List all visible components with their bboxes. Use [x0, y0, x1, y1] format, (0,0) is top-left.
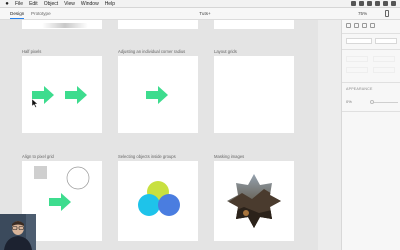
align-icon[interactable]	[354, 23, 359, 28]
size-field[interactable]	[346, 38, 372, 44]
status-icon[interactable]	[351, 1, 356, 6]
shadow-shape	[42, 23, 88, 28]
cyan-circle[interactable]	[138, 194, 160, 216]
divider	[342, 111, 400, 112]
divider	[342, 49, 400, 50]
appearance-section-label: APPEARANCE	[346, 87, 373, 91]
opacity-slider-knob[interactable]	[370, 100, 374, 104]
document-title: Tuts+	[199, 11, 211, 16]
divider	[342, 82, 400, 83]
property-inspector: APPEARANCE 0%	[341, 20, 400, 250]
artboard-title[interactable]: Masking images	[214, 154, 244, 159]
artboard-masking-images[interactable]	[214, 161, 294, 241]
menu-file[interactable]: File	[15, 1, 23, 7]
arrow-right-icon[interactable]	[49, 193, 71, 211]
apple-icon[interactable]: ●	[4, 1, 10, 7]
artboard-partial[interactable]	[118, 20, 198, 29]
menu-help[interactable]: Help	[105, 1, 115, 7]
status-icon[interactable]	[375, 1, 380, 6]
status-icon[interactable]	[367, 1, 372, 6]
menu-view[interactable]: View	[64, 1, 75, 7]
arrow-right-icon[interactable]	[32, 86, 54, 104]
tab-prototype[interactable]: Prototype	[31, 11, 51, 16]
align-icon[interactable]	[370, 23, 375, 28]
app-toolbar: Design Prototype Tuts+ 75%	[0, 8, 400, 20]
status-icon[interactable]	[391, 1, 396, 6]
artboard-partial[interactable]	[214, 20, 294, 29]
menu-window[interactable]: Window	[81, 1, 99, 7]
artboard-half-pixels[interactable]	[22, 56, 102, 133]
opacity-value[interactable]: 0%	[346, 99, 352, 104]
artboard-partial[interactable]	[22, 20, 102, 29]
divider	[342, 33, 400, 34]
artboard-title[interactable]: Selecting objects inside groups	[118, 154, 176, 159]
status-icon[interactable]	[383, 1, 388, 6]
size-field[interactable]	[375, 38, 397, 44]
y-field[interactable]	[373, 56, 395, 62]
artboard-objects-in-groups[interactable]	[118, 161, 198, 241]
menu-object[interactable]: Object	[44, 1, 58, 7]
arrow-right-icon[interactable]	[146, 86, 168, 104]
masked-image[interactable]	[224, 171, 284, 231]
pointer-cursor-icon	[31, 98, 39, 108]
square-shape[interactable]	[34, 166, 47, 179]
menu-edit[interactable]: Edit	[29, 1, 38, 7]
align-icon[interactable]	[346, 23, 351, 28]
status-icons	[351, 1, 396, 6]
macos-menu-bar: ● File Edit Object View Window Help	[0, 0, 400, 8]
design-canvas[interactable]: Half pixels Adjusting an individual corn…	[0, 20, 318, 250]
webcam-overlay	[0, 214, 36, 250]
circle-shape[interactable]	[66, 166, 90, 190]
artboard-corner-radius[interactable]	[118, 56, 198, 133]
zoom-level[interactable]: 75%	[358, 11, 367, 16]
x-field[interactable]	[346, 56, 368, 62]
arrow-right-icon[interactable]	[65, 86, 87, 104]
artboard-layout-grids[interactable]	[214, 56, 294, 133]
opacity-slider[interactable]	[372, 102, 398, 103]
blue-circle[interactable]	[158, 194, 180, 216]
artboard-title[interactable]: Layout grids	[214, 49, 237, 54]
artboard-title[interactable]: Align to pixel grid	[22, 154, 54, 159]
width-field[interactable]	[346, 67, 368, 73]
phone-icon[interactable]	[385, 10, 389, 17]
height-field[interactable]	[373, 67, 395, 73]
artboard-title[interactable]: Adjusting an individual corner radius	[118, 49, 185, 54]
status-icon[interactable]	[359, 1, 364, 6]
align-icon[interactable]	[362, 23, 367, 28]
artboard-title[interactable]: Half pixels	[22, 49, 41, 54]
panel-gutter	[318, 20, 341, 250]
tab-design[interactable]: Design	[10, 11, 25, 19]
